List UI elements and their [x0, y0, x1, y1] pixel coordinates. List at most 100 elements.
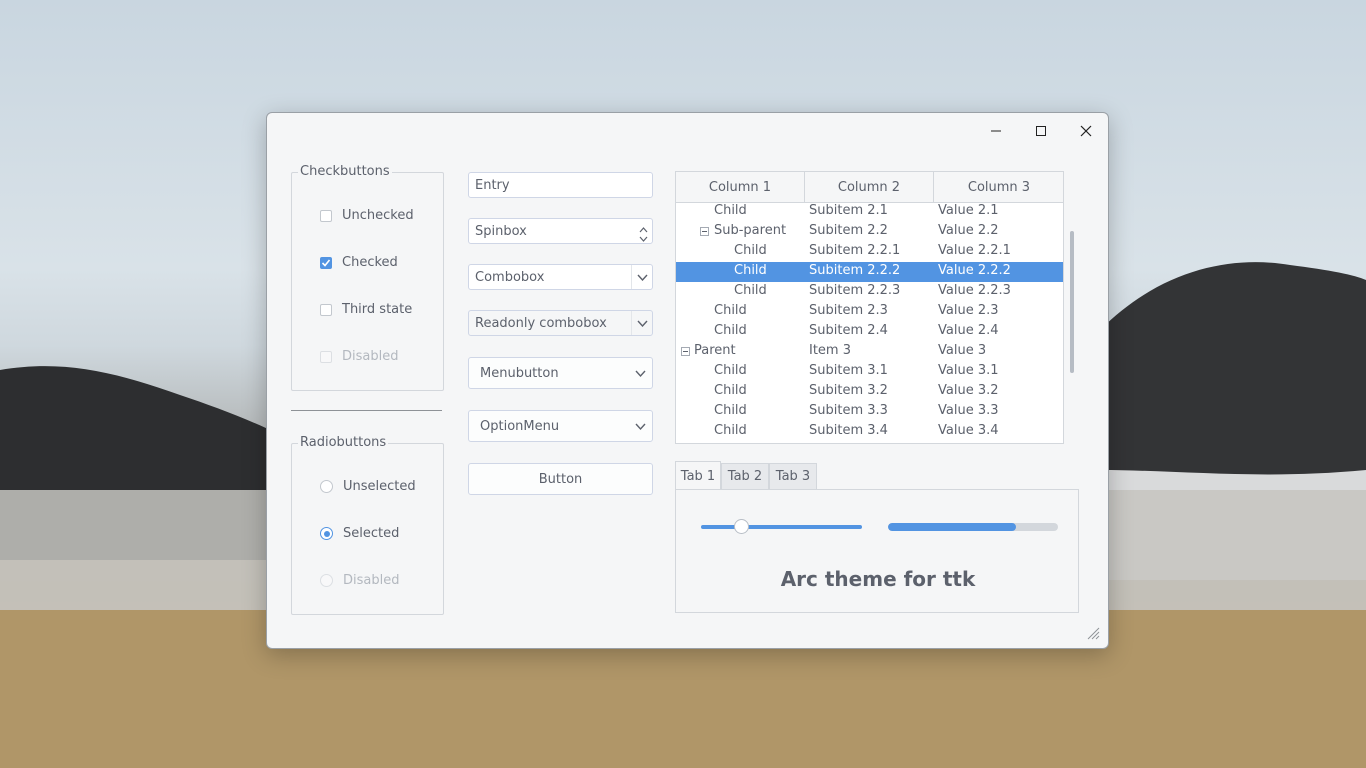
tree-cell: Child: [714, 303, 747, 318]
tree-row[interactable]: Child Subitem 3.2 Value 3.2: [676, 382, 1063, 402]
tree-cell: Subitem 3.4: [809, 423, 888, 438]
tree-cell: Value 2.2: [938, 223, 999, 238]
close-button[interactable]: [1064, 117, 1108, 145]
tree-cell: Child: [714, 403, 747, 418]
entry-field[interactable]: Entry: [468, 172, 653, 198]
scrollbar-thumb[interactable]: [1070, 231, 1074, 373]
spin-down-icon[interactable]: [639, 232, 648, 247]
checkbutton-label: Unchecked: [342, 208, 414, 223]
combobox-dropdown-button[interactable]: [631, 265, 652, 289]
tree-cell: Value 3: [938, 343, 987, 358]
tab-3[interactable]: Tab 3: [769, 463, 817, 489]
spinbox[interactable]: Spinbox: [468, 218, 653, 244]
optionmenu[interactable]: OptionMenu: [468, 410, 653, 442]
treeview-header: Column 1 Column 2 Column 3: [676, 172, 1063, 203]
tree-cell: Subitem 2.2.1: [809, 243, 901, 258]
tree-cell: Subitem 3.2: [809, 383, 888, 398]
checkmark-icon: [321, 258, 331, 267]
tree-cell: Value 3.3: [938, 403, 999, 418]
treeview[interactable]: Column 1 Column 2 Column 3 Child Subitem …: [675, 171, 1064, 444]
checkbutton-disabled: Disabled: [320, 349, 398, 364]
tree-row[interactable]: Child Subitem 2.4 Value 2.4: [676, 322, 1063, 342]
tree-cell: Value 2.2.3: [938, 283, 1011, 298]
tree-row[interactable]: Parent Item 3 Value 3: [676, 342, 1063, 362]
scale-handle[interactable]: [734, 519, 750, 534]
tree-cell: Child: [734, 283, 767, 298]
tree-cell: Value 3.4: [938, 423, 999, 438]
chevron-down-icon: [636, 320, 648, 327]
collapse-icon[interactable]: [700, 227, 709, 236]
maximize-icon: [1036, 126, 1046, 136]
column-header[interactable]: Column 1: [676, 172, 805, 202]
checkbuttons-title: Checkbuttons: [298, 164, 392, 179]
tree-cell: Value 3.1: [938, 363, 999, 378]
maximize-button[interactable]: [1019, 117, 1063, 145]
tree-cell: Parent: [694, 343, 736, 358]
radiobutton-disabled: Disabled: [320, 573, 399, 588]
tree-cell: Child: [714, 363, 747, 378]
tree-cell: Subitem 2.2.2: [809, 263, 901, 278]
tree-cell: Value 2.2.2: [938, 263, 1011, 278]
theme-label: Arc theme for ttk: [780, 567, 976, 591]
optionmenu-label: OptionMenu: [480, 418, 560, 434]
button[interactable]: Button: [468, 463, 653, 495]
column-header[interactable]: Column 3: [934, 172, 1063, 202]
tree-cell: Subitem 2.3: [809, 303, 888, 318]
column-header[interactable]: Column 2: [805, 172, 934, 202]
radiobutton-unselected[interactable]: Unselected: [320, 479, 416, 494]
readonly-combobox-value: Readonly combobox: [475, 315, 607, 331]
radiobuttons-title: Radiobuttons: [298, 435, 389, 450]
readonly-combobox[interactable]: Readonly combobox: [468, 310, 653, 336]
tree-cell: Child: [714, 423, 747, 438]
treeview-scrollbar[interactable]: [1064, 171, 1078, 444]
tree-row[interactable]: Sub-parent Subitem 2.2 Value 2.2: [676, 222, 1063, 242]
tree-cell: Child: [734, 243, 767, 258]
readonly-combobox-dropdown-button[interactable]: [631, 311, 652, 335]
chevron-down-icon: [636, 274, 648, 281]
scale-track[interactable]: [701, 525, 862, 529]
tree-row[interactable]: Child Subitem 3.1 Value 3.1: [676, 362, 1063, 382]
tree-cell: Subitem 3.3: [809, 403, 888, 418]
combobox-value: Combobox: [475, 269, 545, 285]
tree-cell: Sub-parent: [714, 223, 787, 238]
checkbutton-label: Third state: [342, 302, 413, 317]
checkbox-disabled: [320, 350, 332, 363]
separator: [291, 410, 442, 411]
checkbox: [320, 209, 332, 222]
progressbar-fill: [888, 523, 1016, 531]
tree-cell: Subitem 2.1: [809, 203, 888, 218]
close-icon: [1080, 125, 1092, 137]
checkbutton-checked[interactable]: Checked: [320, 255, 398, 270]
tab-2[interactable]: Tab 2: [721, 463, 769, 489]
checkbutton-label: Disabled: [342, 349, 399, 364]
tree-row[interactable]: Child Subitem 2.2.2 Value 2.2.2: [676, 262, 1063, 282]
radiobuttons-group: Radiobuttons Unselected Selected Disable…: [291, 435, 444, 615]
tree-cell: Subitem 3.1: [809, 363, 888, 378]
tab-1[interactable]: Tab 1: [675, 461, 721, 491]
tree-cell: Value 2.2.1: [938, 243, 1011, 258]
tree-row[interactable]: Child Subitem 2.2.1 Value 2.2.1: [676, 242, 1063, 262]
entry-value: Entry: [475, 177, 510, 193]
tree-row[interactable]: Child Subitem 3.4 Value 3.4: [676, 422, 1063, 442]
tree-cell: Subitem 2.2: [809, 223, 888, 238]
checkbox-checked: [320, 256, 332, 269]
radio-circle-selected: [320, 527, 333, 540]
menubutton[interactable]: Menubutton: [468, 357, 653, 389]
minimize-button[interactable]: [974, 117, 1018, 145]
radiobutton-selected[interactable]: Selected: [320, 526, 399, 541]
tree-cell: Child: [714, 383, 747, 398]
progressbar: [888, 523, 1058, 531]
tree-cell: Child: [734, 263, 767, 278]
main-window: Checkbuttons Unchecked Checked Third sta…: [266, 112, 1109, 649]
checkbutton-unchecked[interactable]: Unchecked: [320, 208, 414, 223]
tree-cell: Child: [714, 323, 747, 338]
tree-row[interactable]: Child Subitem 3.3 Value 3.3: [676, 402, 1063, 422]
tree-row[interactable]: Child Subitem 2.2.3 Value 2.2.3: [676, 282, 1063, 302]
tree-row[interactable]: Child Subitem 2.3 Value 2.3: [676, 302, 1063, 322]
resize-grip-icon[interactable]: [1086, 626, 1100, 640]
tree-cell: Subitem 2.2.3: [809, 283, 901, 298]
collapse-icon[interactable]: [681, 347, 690, 356]
checkbutton-third-state[interactable]: Third state: [320, 302, 412, 317]
combobox[interactable]: Combobox: [468, 264, 653, 290]
tree-row[interactable]: Child Subitem 2.1 Value 2.1: [676, 202, 1063, 222]
